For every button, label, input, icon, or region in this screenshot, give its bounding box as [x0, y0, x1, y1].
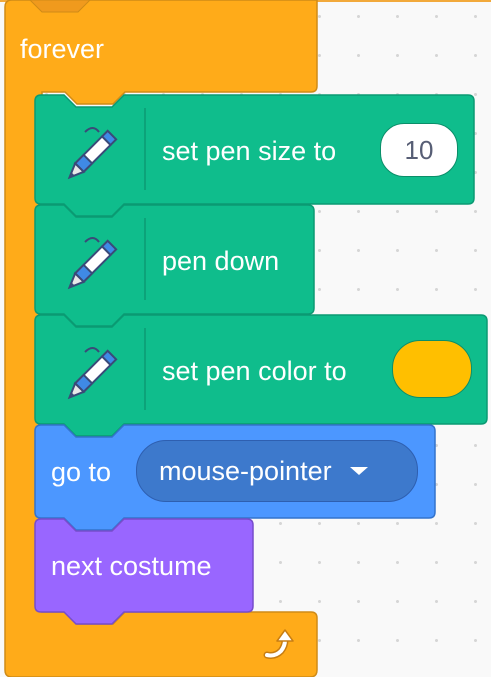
pen-icon	[67, 237, 118, 290]
go-to-label: go to	[51, 457, 112, 487]
set-pen-size-label: set pen size to	[162, 136, 337, 166]
go-to-target-dropdown[interactable]: mouse-pointer	[136, 440, 418, 502]
pen-down-label: pen down	[162, 246, 280, 276]
pen-size-input[interactable]: 10	[380, 123, 458, 177]
go-to-target-value: mouse-pointer	[159, 455, 332, 486]
pen-icon	[67, 127, 118, 180]
dropdown-caret-icon	[349, 467, 368, 475]
pen-size-value: 10	[404, 134, 434, 165]
forever-label: forever	[20, 34, 105, 64]
loop-arrow-icon	[263, 629, 294, 659]
set-pen-color-label: set pen color to	[162, 356, 347, 386]
pen-color-swatch[interactable]	[392, 340, 472, 398]
next-costume-label: next costume	[51, 551, 212, 581]
pen-icon	[67, 347, 118, 400]
